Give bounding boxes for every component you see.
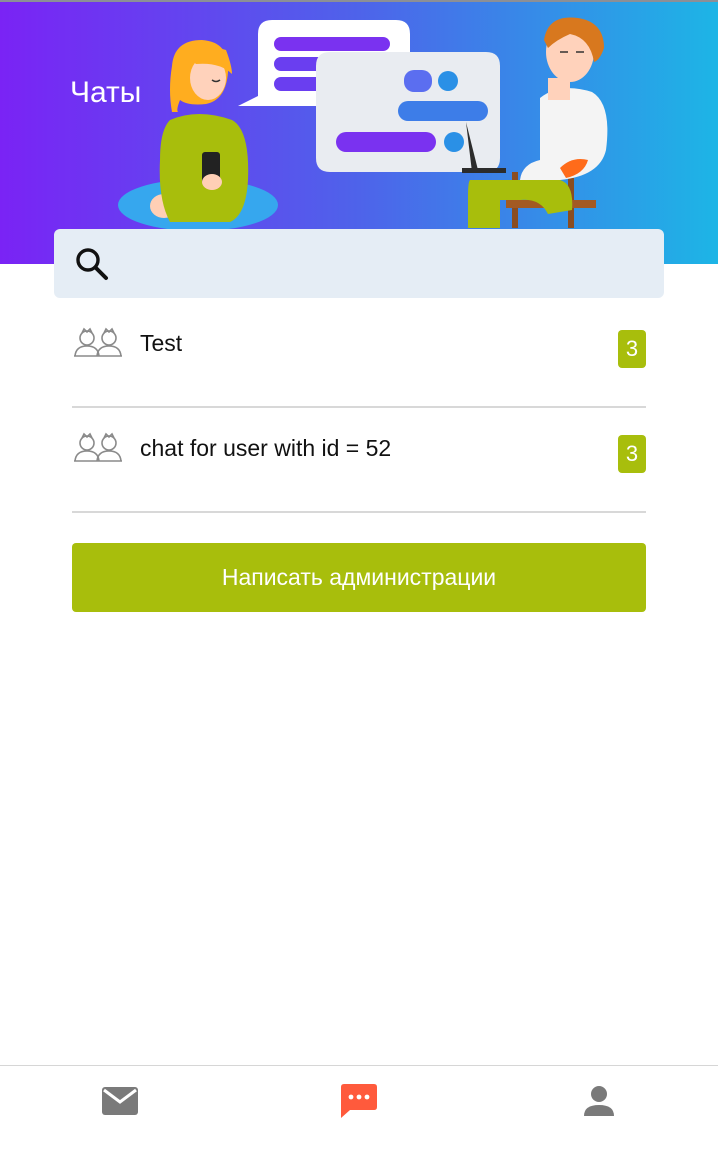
nav-tab-chats[interactable]	[309, 1066, 409, 1136]
bottom-nav	[0, 1065, 718, 1152]
chat-name: Test	[140, 330, 183, 356]
unread-badge: 3	[618, 330, 646, 368]
nav-tab-mail[interactable]	[70, 1066, 170, 1136]
chat-icon	[341, 1084, 377, 1118]
nav-tab-profile[interactable]	[549, 1066, 649, 1136]
mail-icon	[102, 1087, 138, 1115]
group-icon	[74, 327, 122, 357]
divider	[72, 406, 646, 408]
person-icon	[584, 1086, 614, 1116]
write-admin-button[interactable]: Написать администрации	[72, 543, 646, 612]
unread-badge: 3	[618, 435, 646, 473]
chat-list-item[interactable]: chat for user with id = 52 3	[72, 409, 646, 513]
chat-list-item[interactable]: Test 3	[72, 304, 646, 408]
chat-name: chat for user with id = 52	[140, 435, 392, 461]
divider	[72, 511, 646, 513]
header-banner: Чаты	[0, 0, 718, 264]
woman-figure	[118, 40, 278, 231]
group-icon	[74, 432, 122, 462]
header-illustration	[118, 17, 608, 231]
page-title: Чаты	[70, 76, 142, 109]
search-input[interactable]	[118, 236, 648, 291]
chats-screen: Чаты Test 3 chat for user with id = 52 3…	[0, 0, 718, 1152]
search-icon[interactable]	[74, 246, 110, 282]
